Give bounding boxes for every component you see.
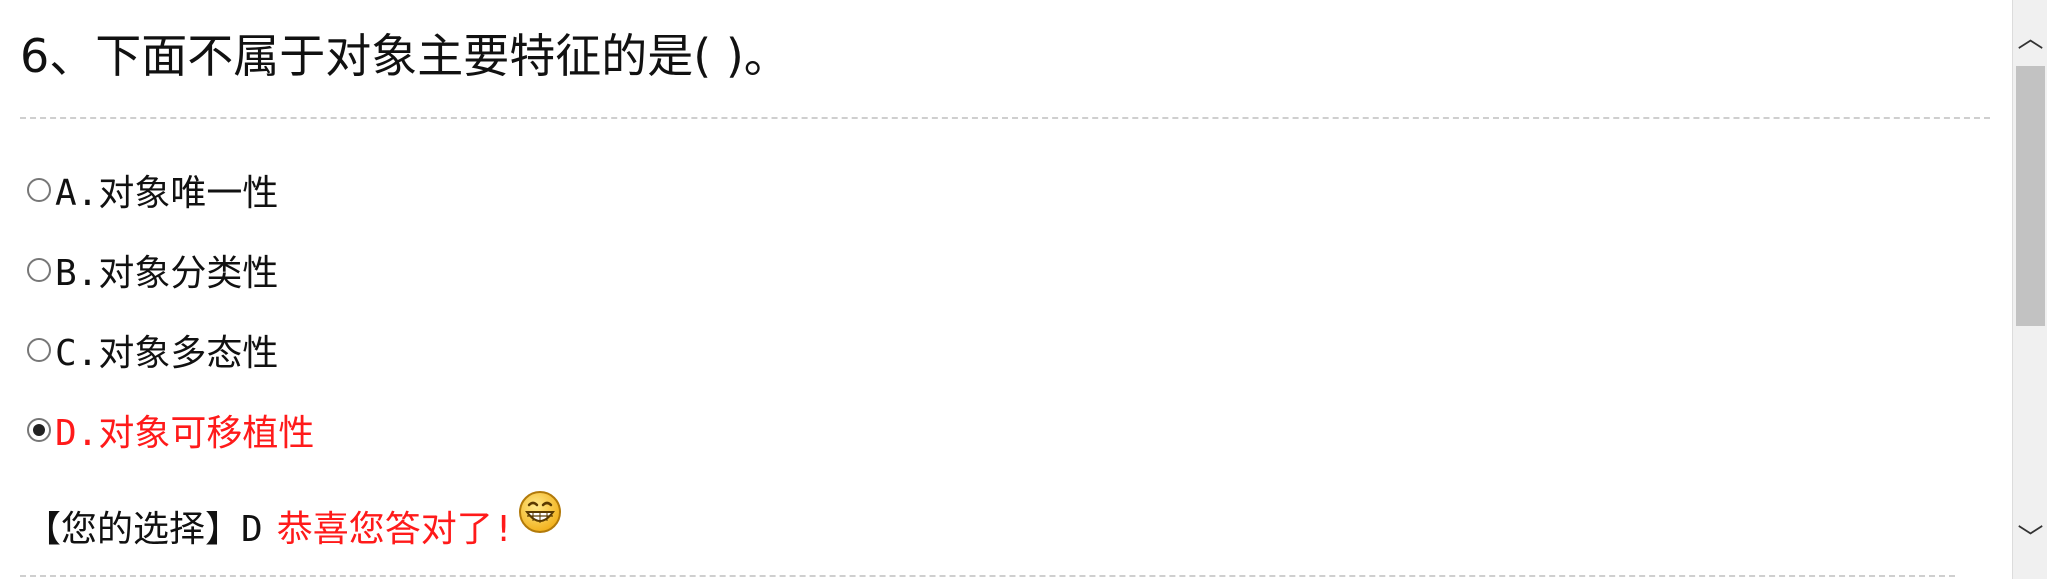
option-a[interactable]: A.对象唯一性 — [27, 150, 314, 230]
radio-d-checked-dot — [33, 424, 45, 436]
option-a-label: A.对象唯一性 — [55, 173, 279, 214]
top-divider — [20, 117, 1990, 119]
answer-feedback: 【您的选择】D 恭喜您答对了! — [25, 491, 562, 552]
grinning-face-icon — [518, 490, 562, 534]
scroll-up-icon[interactable]: ︿ — [2013, 16, 2047, 56]
radio-d[interactable] — [27, 418, 51, 442]
option-d[interactable]: D.对象可移植性 — [27, 390, 314, 470]
option-c[interactable]: C.对象多态性 — [27, 310, 314, 390]
radio-b[interactable] — [27, 258, 51, 282]
quiz-page: 6、下面不属于对象主要特征的是( )。 A.对象唯一性 B.对象分类性 C.对象… — [0, 0, 2047, 579]
correct-message: 恭喜您答对了! — [276, 509, 515, 550]
bottom-divider — [20, 575, 1955, 577]
radio-c[interactable] — [27, 338, 51, 362]
scroll-thumb[interactable] — [2016, 66, 2045, 326]
option-c-label: C.对象多态性 — [55, 333, 279, 374]
option-b-label: B.对象分类性 — [55, 253, 279, 294]
your-choice-label: 【您的选择】D — [25, 509, 263, 550]
vertical-scrollbar[interactable]: ︿ ﹀ — [2012, 0, 2047, 579]
option-b[interactable]: B.对象分类性 — [27, 230, 314, 310]
scroll-down-icon[interactable]: ﹀ — [2013, 516, 2047, 556]
option-d-label: D.对象可移植性 — [55, 413, 315, 454]
options-list: A.对象唯一性 B.对象分类性 C.对象多态性 D.对象可移植性 — [27, 150, 314, 470]
question-title: 6、下面不属于对象主要特征的是( )。 — [20, 29, 790, 83]
radio-a[interactable] — [27, 178, 51, 202]
